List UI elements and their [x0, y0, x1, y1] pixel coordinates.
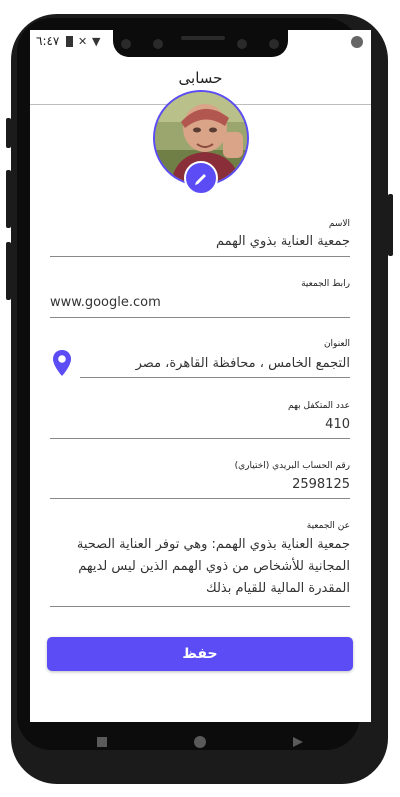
- link-label: رابط الجمعية: [301, 279, 350, 289]
- no-sim-icon: ✕: [78, 35, 88, 48]
- front-sensor-icon: [237, 39, 247, 49]
- save-button[interactable]: حفظ: [47, 637, 353, 671]
- page-title: حسابى: [178, 69, 223, 87]
- about-label: عن الجمعية: [306, 521, 350, 531]
- beneficiaries-count-label: عدد المتكفل بهم: [288, 401, 350, 411]
- postal-account-input[interactable]: 2598125: [292, 477, 350, 492]
- beneficiaries-count-input[interactable]: 410: [325, 417, 350, 432]
- address-underline: [80, 377, 350, 378]
- about-field[interactable]: عن الجمعية جمعية العناية بذوي الهمم: وهي…: [50, 521, 350, 609]
- postal-account-label: رقم الحساب البريدي (اختياري): [234, 461, 350, 471]
- link-underline: [50, 317, 350, 318]
- link-field[interactable]: رابط الجمعية www.google.com: [50, 278, 350, 320]
- status-indicator-icon: [351, 36, 363, 48]
- beneficiaries-count-underline: [50, 438, 350, 439]
- address-field[interactable]: العنوان التجمع الخامس ، محافظة القاهرة، …: [50, 338, 350, 380]
- link-input[interactable]: www.google.com: [50, 295, 161, 310]
- phone-power-button: [388, 194, 393, 256]
- screen: ٦:٤٧ ✕ ▼ حسابى الاسم جمعية العناية بذوي …: [30, 30, 371, 722]
- address-input[interactable]: التجمع الخامس ، محافظة القاهرة، مصر: [136, 356, 350, 371]
- about-underline: [50, 606, 350, 607]
- postal-account-field[interactable]: رقم الحساب البريدي (اختياري) 2598125: [50, 460, 350, 502]
- speaker-grille: [181, 36, 225, 40]
- name-input[interactable]: جمعية العناية بذوي الهمم: [216, 234, 350, 249]
- nav-recents-icon[interactable]: [97, 737, 107, 747]
- phone-volume-down-button: [6, 242, 11, 300]
- name-label: الاسم: [328, 219, 350, 229]
- pencil-icon: [195, 174, 206, 185]
- nav-home-icon[interactable]: [194, 736, 206, 748]
- location-pin-icon[interactable]: [52, 349, 72, 377]
- name-field[interactable]: الاسم جمعية العناية بذوي الهمم: [50, 216, 350, 258]
- edit-photo-button[interactable]: [184, 161, 218, 195]
- phone-side-button: [6, 118, 11, 148]
- front-camera-icon: [121, 39, 131, 49]
- beneficiaries-count-field[interactable]: عدد المتكفل بهم 410: [50, 399, 350, 441]
- wifi-icon: ▼: [92, 35, 101, 48]
- postal-account-underline: [50, 498, 350, 499]
- phone-notch: [113, 30, 288, 57]
- front-camera-icon: [269, 39, 279, 49]
- nav-back-icon[interactable]: [292, 736, 304, 748]
- about-textarea[interactable]: جمعية العناية بذوي الهمم: وهي توفر العنا…: [50, 534, 350, 600]
- battery-icon: [66, 36, 73, 47]
- phone-volume-up-button: [6, 170, 11, 228]
- status-time: ٦:٤٧: [36, 34, 60, 48]
- name-underline: [50, 256, 350, 257]
- system-nav-bar: [0, 725, 400, 759]
- front-sensor-icon: [153, 39, 163, 49]
- address-label: العنوان: [323, 339, 350, 349]
